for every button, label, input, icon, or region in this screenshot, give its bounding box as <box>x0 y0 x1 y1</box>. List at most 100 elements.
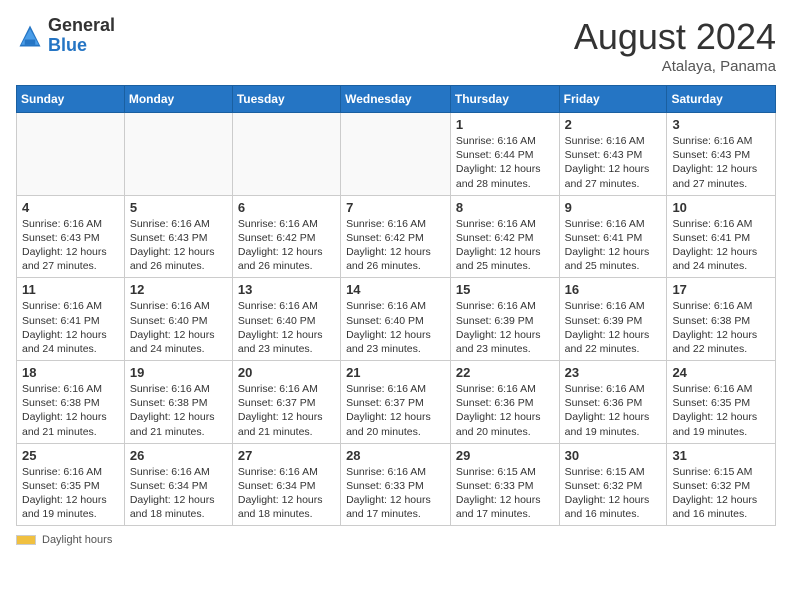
day-number: 19 <box>130 365 227 380</box>
calendar-cell-w2-d6: 9Sunrise: 6:16 AMSunset: 6:41 PMDaylight… <box>559 195 667 278</box>
calendar: Sunday Monday Tuesday Wednesday Thursday… <box>16 85 776 526</box>
day-info: Sunrise: 6:16 AMSunset: 6:35 PMDaylight:… <box>672 382 770 439</box>
day-number: 16 <box>565 282 662 297</box>
day-info: Sunrise: 6:16 AMSunset: 6:41 PMDaylight:… <box>672 217 770 274</box>
day-number: 29 <box>456 448 554 463</box>
day-info: Sunrise: 6:15 AMSunset: 6:32 PMDaylight:… <box>565 465 662 522</box>
calendar-cell-w5-d3: 27Sunrise: 6:16 AMSunset: 6:34 PMDayligh… <box>232 443 340 526</box>
day-number: 20 <box>238 365 335 380</box>
day-info: Sunrise: 6:16 AMSunset: 6:43 PMDaylight:… <box>565 134 662 191</box>
location: Atalaya, Panama <box>574 58 776 75</box>
day-number: 17 <box>672 282 770 297</box>
col-monday: Monday <box>124 86 232 113</box>
col-sunday: Sunday <box>17 86 125 113</box>
day-info: Sunrise: 6:16 AMSunset: 6:39 PMDaylight:… <box>565 299 662 356</box>
calendar-cell-w5-d2: 26Sunrise: 6:16 AMSunset: 6:34 PMDayligh… <box>124 443 232 526</box>
calendar-week-2: 4 Sunrise: 6:16 AMSunset: 6:43 PMDaylight… <box>17 195 776 278</box>
col-tuesday: Tuesday <box>232 86 340 113</box>
calendar-cell-w1-d1 <box>17 113 125 196</box>
calendar-cell-w3-d4: 14Sunrise: 6:16 AMSunset: 6:40 PMDayligh… <box>341 278 451 361</box>
daylight-bar-icon <box>16 535 36 545</box>
calendar-cell-w2-d1: 4Sunrise: 6:16 AMSunset: 6:43 PMDaylight… <box>17 195 125 278</box>
calendar-cell-w5-d6: 30 Sunrise: 6:15 AMSunset: 6:32 PMDayligh… <box>559 443 667 526</box>
calendar-cell-w3-d1: 11 Sunrise: 6:16 AMSunset: 6:41 PMDayligh… <box>17 278 125 361</box>
day-info: Sunrise: 6:16 AMSunset: 6:41 PMDaylight:… <box>22 299 119 356</box>
calendar-cell-w2-d7: 10 Sunrise: 6:16 AMSunset: 6:41 PMDayligh… <box>667 195 776 278</box>
day-info: Sunrise: 6:16 AMSunset: 6:40 PMDaylight:… <box>238 299 335 356</box>
day-info: Sunrise: 6:16 AMSunset: 6:38 PMDaylight:… <box>130 382 227 439</box>
calendar-body: 1 Sunrise: 6:16 AMSunset: 6:44 PMDaylight… <box>17 113 776 526</box>
calendar-cell-w1-d5: 1 Sunrise: 6:16 AMSunset: 6:44 PMDaylight… <box>450 113 559 196</box>
day-number: 28 <box>346 448 445 463</box>
day-number: 6 <box>238 200 335 215</box>
calendar-cell-w4-d3: 20 Sunrise: 6:16 AMSunset: 6:37 PMDayligh… <box>232 361 340 444</box>
calendar-cell-w2-d4: 7Sunrise: 6:16 AMSunset: 6:42 PMDaylight… <box>341 195 451 278</box>
title-area: August 2024 Atalaya, Panama <box>574 16 776 75</box>
day-number: 10 <box>672 200 770 215</box>
footer-note: Daylight hours <box>16 534 776 546</box>
day-number: 5 <box>130 200 227 215</box>
day-number: 15 <box>456 282 554 297</box>
calendar-cell-w5-d1: 25Sunrise: 6:16 AMSunset: 6:35 PMDayligh… <box>17 443 125 526</box>
day-number: 1 <box>456 117 554 132</box>
day-number: 3 <box>672 117 770 132</box>
logo-text: General Blue <box>48 16 115 56</box>
calendar-cell-w4-d2: 19 Sunrise: 6:16 AMSunset: 6:38 PMDayligh… <box>124 361 232 444</box>
calendar-cell-w4-d1: 18Sunrise: 6:16 AMSunset: 6:38 PMDayligh… <box>17 361 125 444</box>
calendar-cell-w4-d4: 21Sunrise: 6:16 AMSunset: 6:37 PMDayligh… <box>341 361 451 444</box>
day-number: 4 <box>22 200 119 215</box>
calendar-cell-w5-d4: 28 Sunrise: 6:16 AMSunset: 6:33 PMDayligh… <box>341 443 451 526</box>
day-number: 30 <box>565 448 662 463</box>
calendar-cell-w3-d2: 12Sunrise: 6:16 AMSunset: 6:40 PMDayligh… <box>124 278 232 361</box>
day-number: 18 <box>22 365 119 380</box>
day-info: Sunrise: 6:16 AMSunset: 6:33 PMDaylight:… <box>346 465 445 522</box>
day-number: 12 <box>130 282 227 297</box>
day-number: 27 <box>238 448 335 463</box>
calendar-week-1: 1 Sunrise: 6:16 AMSunset: 6:44 PMDaylight… <box>17 113 776 196</box>
day-info: Sunrise: 6:16 AMSunset: 6:36 PMDaylight:… <box>565 382 662 439</box>
calendar-cell-w4-d5: 22Sunrise: 6:16 AMSunset: 6:36 PMDayligh… <box>450 361 559 444</box>
col-thursday: Thursday <box>450 86 559 113</box>
logo-icon <box>16 22 44 50</box>
day-info: Sunrise: 6:16 AMSunset: 6:37 PMDaylight:… <box>238 382 335 439</box>
day-number: 8 <box>456 200 554 215</box>
calendar-cell-w3-d3: 13Sunrise: 6:16 AMSunset: 6:40 PMDayligh… <box>232 278 340 361</box>
day-info: Sunrise: 6:16 AMSunset: 6:35 PMDaylight:… <box>22 465 119 522</box>
month-year: August 2024 <box>574 16 776 58</box>
calendar-cell-w2-d2: 5 Sunrise: 6:16 AMSunset: 6:43 PMDaylight… <box>124 195 232 278</box>
day-info: Sunrise: 6:16 AMSunset: 6:42 PMDaylight:… <box>456 217 554 274</box>
calendar-week-3: 11 Sunrise: 6:16 AMSunset: 6:41 PMDayligh… <box>17 278 776 361</box>
col-friday: Friday <box>559 86 667 113</box>
header: General Blue August 2024 Atalaya, Panama <box>16 16 776 75</box>
calendar-cell-w2-d5: 8 Sunrise: 6:16 AMSunset: 6:42 PMDaylight… <box>450 195 559 278</box>
day-info: Sunrise: 6:16 AMSunset: 6:43 PMDaylight:… <box>130 217 227 274</box>
logo-blue: Blue <box>48 36 115 56</box>
calendar-cell-w1-d3 <box>232 113 340 196</box>
col-saturday: Saturday <box>667 86 776 113</box>
calendar-cell-w2-d3: 6Sunrise: 6:16 AMSunset: 6:42 PMDaylight… <box>232 195 340 278</box>
day-number: 22 <box>456 365 554 380</box>
day-info: Sunrise: 6:16 AMSunset: 6:40 PMDaylight:… <box>346 299 445 356</box>
calendar-cell-w3-d7: 17Sunrise: 6:16 AMSunset: 6:38 PMDayligh… <box>667 278 776 361</box>
calendar-cell-w3-d6: 16 Sunrise: 6:16 AMSunset: 6:39 PMDayligh… <box>559 278 667 361</box>
day-number: 21 <box>346 365 445 380</box>
col-wednesday: Wednesday <box>341 86 451 113</box>
calendar-cell-w5-d5: 29 Sunrise: 6:15 AMSunset: 6:33 PMDayligh… <box>450 443 559 526</box>
calendar-cell-w3-d5: 15Sunrise: 6:16 AMSunset: 6:39 PMDayligh… <box>450 278 559 361</box>
day-number: 24 <box>672 365 770 380</box>
logo-general: General <box>48 16 115 36</box>
day-number: 11 <box>22 282 119 297</box>
day-number: 26 <box>130 448 227 463</box>
calendar-header: Sunday Monday Tuesday Wednesday Thursday… <box>17 86 776 113</box>
day-info: Sunrise: 6:16 AMSunset: 6:44 PMDaylight:… <box>456 134 554 191</box>
day-info: Sunrise: 6:15 AMSunset: 6:33 PMDaylight:… <box>456 465 554 522</box>
calendar-cell-w4-d6: 23 Sunrise: 6:16 AMSunset: 6:36 PMDayligh… <box>559 361 667 444</box>
calendar-week-5: 25Sunrise: 6:16 AMSunset: 6:35 PMDayligh… <box>17 443 776 526</box>
calendar-week-4: 18 Sunrise: 6:16 AMSunset: 6:38 PMDayligh… <box>17 361 776 444</box>
calendar-cell-w4-d7: 24 Sunrise: 6:16 AMSunset: 6:35 PMDayligh… <box>667 361 776 444</box>
logo: General Blue <box>16 16 115 56</box>
day-number: 2 <box>565 117 662 132</box>
day-number: 23 <box>565 365 662 380</box>
header-row: Sunday Monday Tuesday Wednesday Thursday… <box>17 86 776 113</box>
day-number: 9 <box>565 200 662 215</box>
